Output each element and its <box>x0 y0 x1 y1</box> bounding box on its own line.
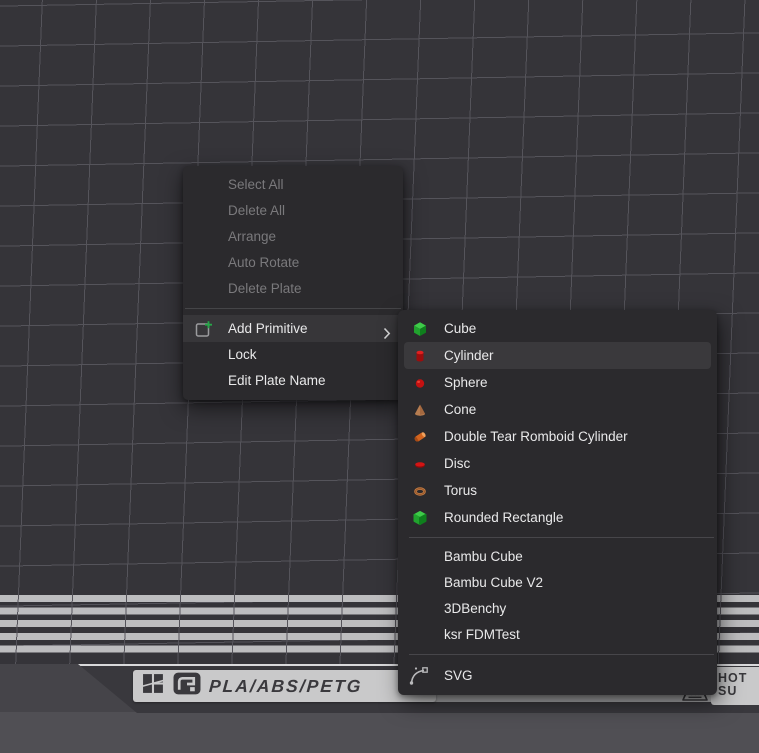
viewport-3d[interactable]: PLA/ABS/PETG HOT SU Select All Delete Al… <box>0 0 759 753</box>
submenu-item-label: Cube <box>444 321 476 336</box>
hot-surface-warning-badge: HOT SU <box>711 667 759 705</box>
submenu-item-3dbenchy[interactable]: 3DBenchy <box>398 596 717 622</box>
bambu-logo-icon <box>142 672 165 700</box>
submenu-item-label: Double Tear Romboid Cylinder <box>444 429 628 444</box>
menu-item-edit-plate-name[interactable]: Edit Plate Name <box>183 368 403 394</box>
submenu-item-ksr-fdmtest[interactable]: ksr FDMTest <box>398 622 717 648</box>
menu-item-label: Add Primitive <box>228 321 308 336</box>
submenu-item-label: Cone <box>444 402 476 417</box>
cone-icon <box>411 401 429 419</box>
disc-icon <box>411 455 429 473</box>
menu-item-add-primitive[interactable]: Add Primitive <box>183 315 403 342</box>
submenu-item-label: Sphere <box>444 375 488 390</box>
submenu-item-label: SVG <box>444 668 473 683</box>
submenu-item-bambu-cube[interactable]: Bambu Cube <box>398 544 717 570</box>
submenu-separator <box>409 654 714 655</box>
submenu-item-disc[interactable]: Disc <box>398 450 717 477</box>
plate-type-logo-icon <box>173 672 201 700</box>
menu-separator <box>185 308 401 309</box>
submenu-item-rounded-rectangle[interactable]: Rounded Rectangle <box>398 504 717 531</box>
menu-item-delete-all[interactable]: Delete All <box>183 198 403 224</box>
submenu-item-label: Cylinder <box>444 348 494 363</box>
bezier-curve-icon <box>408 665 430 687</box>
submenu-item-double-tear-romboid-cylinder[interactable]: Double Tear Romboid Cylinder <box>398 423 717 450</box>
viewport-floor <box>0 712 759 753</box>
menu-item-lock[interactable]: Lock <box>183 342 403 368</box>
submenu-item-bambu-cube-v2[interactable]: Bambu Cube V2 <box>398 570 717 596</box>
cube-icon <box>411 320 429 338</box>
submenu-item-cube[interactable]: Cube <box>398 315 717 342</box>
submenu-item-cylinder[interactable]: Cylinder <box>404 342 711 369</box>
menu-item-delete-plate[interactable]: Delete Plate <box>183 276 403 302</box>
menu-item-select-all[interactable]: Select All <box>183 172 403 198</box>
submenu-item-torus[interactable]: Torus <box>398 477 717 504</box>
submenu-item-svg[interactable]: SVG <box>398 661 717 690</box>
cylinder-icon <box>411 347 429 365</box>
menu-item-arrange[interactable]: Arrange <box>183 224 403 250</box>
submenu-item-sphere[interactable]: Sphere <box>398 369 717 396</box>
submenu-item-label: Disc <box>444 456 470 471</box>
menu-item-auto-rotate[interactable]: Auto Rotate <box>183 250 403 276</box>
plate-context-menu: Select All Delete All Arrange Auto Rotat… <box>183 166 403 400</box>
plate-brand-text: PLA/ABS/PETG <box>208 676 363 697</box>
rounded-rectangle-icon <box>411 509 429 527</box>
submenu-separator <box>409 537 714 538</box>
sphere-icon <box>411 374 429 392</box>
plate-brand-badge: PLA/ABS/PETG <box>133 670 436 702</box>
submenu-item-label: Torus <box>444 483 477 498</box>
double-tear-romboid-cylinder-icon <box>411 428 429 446</box>
add-primitive-icon <box>194 319 214 339</box>
submenu-item-label: Rounded Rectangle <box>444 510 563 525</box>
torus-icon <box>411 482 429 500</box>
add-primitive-submenu: Cube Cylinder Sphere <box>398 310 717 695</box>
warning-text-line2: SU <box>718 685 759 698</box>
chevron-right-icon <box>383 322 391 335</box>
submenu-item-cone[interactable]: Cone <box>398 396 717 423</box>
